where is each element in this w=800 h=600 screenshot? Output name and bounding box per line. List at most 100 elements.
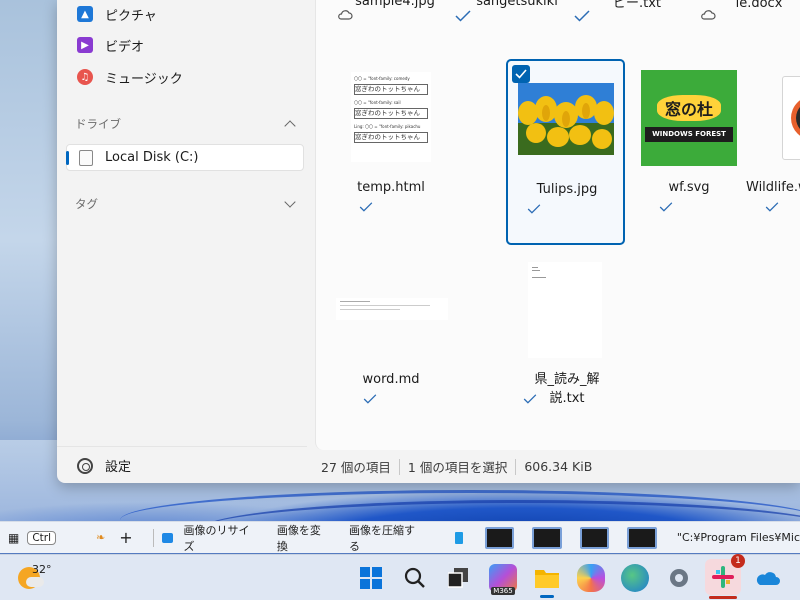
cloud-icon (338, 10, 353, 20)
chevron-down-icon[interactable] (284, 196, 296, 208)
windows-logo-icon (360, 567, 382, 589)
folder-icon (535, 570, 559, 588)
sidebar-item-label: ビデオ (105, 39, 145, 55)
logo-text: WINDOWS FOREST (645, 126, 733, 142)
edge-browser-icon[interactable] (621, 564, 649, 592)
divider (515, 458, 517, 475)
window-thumbnail[interactable] (627, 526, 657, 549)
divider (152, 528, 154, 547)
selection-indicator (66, 151, 69, 165)
file-name: Wildlife.wmv (746, 180, 800, 195)
m365-app-icon[interactable]: M365 (489, 564, 517, 595)
task-view-icon (448, 568, 468, 588)
chevron-up-icon[interactable] (284, 120, 296, 132)
selected-count: 1 個の項目を選択 (407, 460, 508, 475)
divider (398, 458, 400, 475)
preview-line: 〇〇 = "font-family: sail (354, 100, 401, 105)
sidebar-item-music[interactable]: ♫ ミュージック (65, 63, 305, 91)
grid-icon[interactable]: ▦ (8, 531, 19, 545)
start-button[interactable] (357, 564, 385, 592)
window-thumbnail[interactable] (579, 526, 610, 549)
settings-app-icon[interactable] (665, 564, 693, 592)
preview-line: Ling: 〇〇 = "font-family: pikachu (354, 124, 421, 129)
file-tile-word-md[interactable]: word.md (332, 250, 450, 436)
synced-check-icon (765, 202, 779, 212)
windows-forest-logo: 窓の杜 WINDOWS FOREST (641, 70, 737, 166)
file-tile-temp-html[interactable]: 〇〇 = "font-family: comedy 窓ぎわのトットちゃん 〇〇 … (332, 58, 450, 244)
sidebar-item-videos[interactable]: ▶ ビデオ (65, 31, 305, 59)
file-explorer-taskbar-icon[interactable] (533, 564, 561, 598)
ctrl-key-badge: Ctrl (27, 530, 57, 545)
drive-icon (79, 149, 93, 166)
onedrive-icon[interactable] (753, 564, 781, 592)
music-icon: ♫ (77, 69, 93, 85)
search-icon (404, 567, 425, 588)
tulips-photo-thumbnail (518, 83, 614, 155)
item-count: 27 個の項目 (321, 460, 391, 475)
cloud-icon (26, 577, 44, 587)
file-tile-wildlife-wmv[interactable]: Wildlife.wmv (746, 58, 800, 244)
file-tile-tulips-jpg[interactable]: Tulips.jpg (506, 59, 625, 245)
status-bar: 27 個の項目 1 個の項目を選択 606.34 KiB (315, 450, 800, 483)
quick-action-bar: ▦ Ctrl ❧ + 画像のリサイズ 画像を変換 画像を圧縮する "C:¥Pro… (0, 521, 800, 553)
video-file-icon (782, 76, 800, 160)
active-indicator (540, 595, 554, 598)
temperature-text: 32° (32, 563, 52, 576)
file-name: Tulips.jpg (536, 182, 598, 197)
settings-button[interactable]: 設定 (77, 456, 131, 475)
file-tile-wf-svg[interactable]: 窓の杜 WINDOWS FOREST wf.svg (630, 58, 748, 244)
add-icon[interactable]: + (119, 528, 132, 547)
search-button[interactable] (401, 564, 429, 592)
logo-text: 窓の杜 (657, 94, 721, 121)
synced-check-icon (527, 204, 541, 214)
preview-line: 窓ぎわのトットちゃん (354, 132, 428, 143)
file-name[interactable]: sangetsukiki (458, 0, 576, 9)
markdown-preview-thumbnail (336, 298, 448, 320)
videos-icon: ▶ (77, 37, 93, 53)
file-name: wf.svg (668, 180, 710, 195)
compress-image-button[interactable]: 画像を圧縮する (349, 522, 425, 554)
m365-label: M365 (491, 587, 515, 595)
drives-section-header: ドライブ (75, 117, 121, 131)
sidebar-item-local-disk[interactable]: Local Disk (C:) (66, 144, 304, 171)
sidebar-item-label: ピクチャ (105, 8, 157, 24)
tags-section-header: タグ (75, 197, 98, 211)
file-name[interactable]: sangetsuki- ピー.txt (578, 0, 696, 13)
file-tile-txt[interactable]: 県_読み_解 説.txt (508, 250, 626, 436)
active-indicator (709, 596, 737, 599)
file-name[interactable]: sample4.jpg (336, 0, 454, 9)
preview-line: 窓ぎわのトットちゃん (354, 108, 428, 119)
weather-widget[interactable]: 32° (18, 563, 66, 593)
copilot-icon[interactable] (577, 564, 605, 592)
selected-checkbox[interactable] (512, 65, 530, 83)
file-name[interactable]: Sublime_sam le.docx (700, 0, 800, 13)
resize-image-button[interactable]: 画像のリサイズ (183, 522, 258, 554)
media-player-icon (791, 96, 800, 140)
synced-check-icon (359, 202, 373, 212)
file-name: temp.html (357, 180, 425, 195)
program-path-text[interactable]: "C:¥Program Files¥Mic (677, 531, 800, 544)
synced-check-icon (363, 394, 377, 404)
window-thumbnail[interactable] (484, 526, 515, 549)
window-thumbnail[interactable] (532, 526, 562, 549)
synced-check-icon (523, 394, 537, 404)
html-preview-thumbnail: 〇〇 = "font-family: comedy 窓ぎわのトットちゃん 〇〇 … (332, 58, 450, 176)
sidebar-item-pictures[interactable]: ▲ ピクチャ (65, 0, 305, 28)
sidebar-item-label: Local Disk (C:) (105, 150, 199, 165)
file-name: word.md (362, 372, 420, 387)
slack-app-icon[interactable]: 1 (705, 554, 745, 599)
synced-check-icon (455, 10, 471, 22)
gear-icon (670, 569, 688, 587)
taskbar: 32° M365 1 (0, 554, 800, 600)
convert-image-button[interactable]: 画像を変換 (277, 522, 331, 554)
app-logo-icon: ❧ (96, 531, 106, 544)
task-view-button[interactable] (445, 564, 473, 592)
slack-icon (712, 566, 734, 588)
check-icon (515, 69, 527, 79)
preview-line: 窓ぎわのトットちゃん (354, 84, 428, 95)
image-icon (161, 532, 174, 543)
gear-icon (77, 457, 93, 474)
file-icon (454, 531, 463, 544)
file-explorer-window: ▲ ピクチャ ▶ ビデオ ♫ ミュージック ドライブ Local Disk (C… (57, 0, 800, 483)
file-grid: sample4.jpg sangetsukiki sangetsuki- ピー.… (315, 0, 800, 450)
